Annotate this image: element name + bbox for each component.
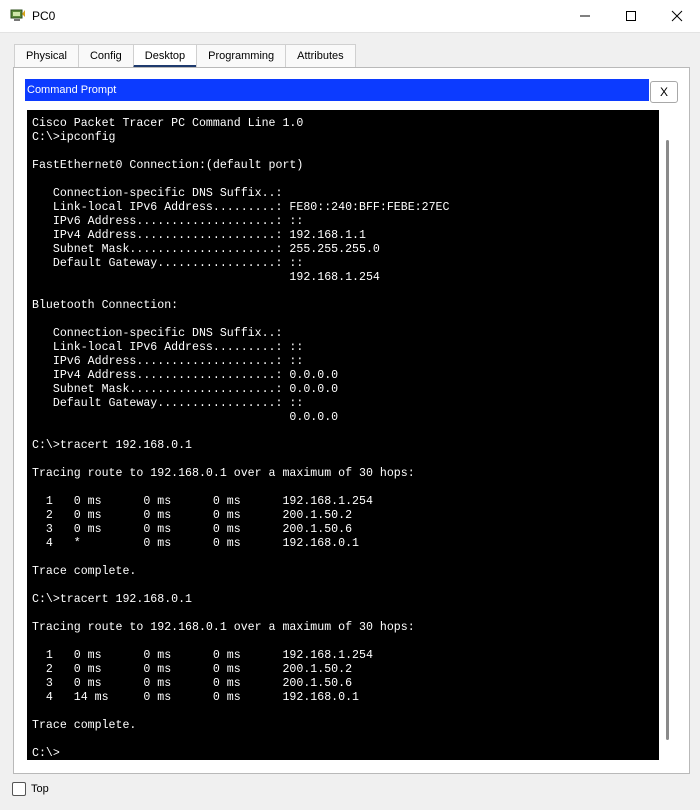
terminal-text: Cisco Packet Tracer PC Command Line 1.0 … bbox=[32, 117, 450, 760]
tab-desktop[interactable]: Desktop bbox=[132, 44, 198, 68]
desktop-panel: Command Prompt X Cisco Packet Tracer PC … bbox=[13, 67, 690, 774]
maximize-icon bbox=[626, 11, 636, 21]
minimize-button[interactable] bbox=[562, 0, 608, 32]
command-prompt-title: Command Prompt bbox=[27, 84, 117, 96]
top-checkbox[interactable] bbox=[12, 782, 26, 796]
window-title: PC0 bbox=[32, 9, 56, 23]
title-bar: PC0 bbox=[0, 0, 700, 33]
tab-programming[interactable]: Programming bbox=[196, 44, 287, 67]
tab-attributes[interactable]: Attributes bbox=[285, 44, 356, 67]
terminal-output[interactable]: Cisco Packet Tracer PC Command Line 1.0 … bbox=[27, 110, 659, 760]
tab-bar: Physical Config Desktop Programming Attr… bbox=[14, 44, 356, 68]
minimize-icon bbox=[580, 15, 590, 17]
close-icon bbox=[671, 10, 683, 22]
top-checkbox-label: Top bbox=[31, 783, 49, 795]
scrollbar-thumb[interactable] bbox=[666, 140, 669, 740]
close-window-button[interactable] bbox=[654, 0, 700, 32]
maximize-button[interactable] bbox=[608, 0, 654, 32]
command-prompt-close-button[interactable]: X bbox=[650, 81, 678, 103]
pc-icon bbox=[10, 9, 25, 21]
command-prompt-header: Command Prompt bbox=[25, 79, 649, 101]
tab-config[interactable]: Config bbox=[77, 44, 134, 67]
tab-physical[interactable]: Physical bbox=[14, 44, 79, 67]
terminal-scrollbar[interactable] bbox=[661, 110, 675, 760]
